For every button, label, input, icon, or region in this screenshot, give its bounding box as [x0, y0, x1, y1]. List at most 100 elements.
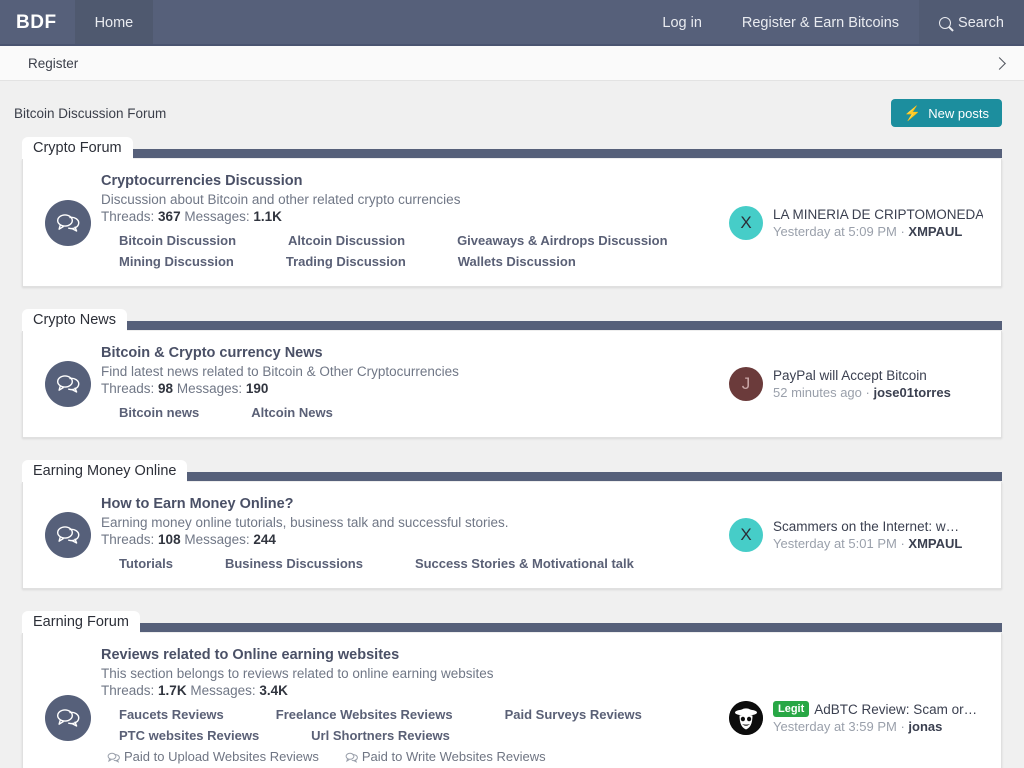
- forum-node-title[interactable]: Reviews related to Online earning websit…: [101, 647, 719, 663]
- sub-forum-link[interactable]: Bitcoin news: [119, 402, 199, 423]
- speech-bubbles-icon: [45, 199, 91, 246]
- forum-node-info: Reviews related to Online earning websit…: [101, 647, 729, 768]
- nav-item-login-label: Log in: [662, 15, 702, 31]
- messages-count: 1.1K: [253, 209, 282, 224]
- sub-forum-link[interactable]: Altcoin Discussion: [288, 230, 405, 251]
- sub-forum-link-label: Altcoin News: [251, 405, 333, 420]
- forum-node-stats: Threads: 1.7K Messages: 3.4K: [101, 683, 719, 698]
- sub-forum-link[interactable]: Faucets Reviews: [119, 704, 224, 725]
- messages-count: 244: [253, 532, 276, 547]
- speech-bubbles-icon: [45, 694, 91, 741]
- forum-category-bar: [132, 149, 1002, 158]
- page-header: Bitcoin Discussion Forum ⚡ New posts: [0, 81, 1024, 137]
- last-post-user[interactable]: jonas: [908, 719, 942, 734]
- lightning-bolt-icon: ⚡: [903, 105, 922, 121]
- forum-node-info: How to Earn Money Online? Earning money o…: [101, 496, 729, 574]
- sub-forum-link-label: Success Stories & Motivational talk: [414, 556, 634, 571]
- forum-category-title: Crypto News: [22, 309, 127, 331]
- speech-bubble-icon: [345, 751, 358, 763]
- last-post-user[interactable]: XMPAUL: [908, 224, 962, 239]
- forum-node-stats: Threads: 98 Messages: 190: [101, 381, 719, 396]
- forum-node-title[interactable]: Bitcoin & Crypto currency News: [101, 345, 719, 361]
- sub-forum-links: Faucets Reviews Freelance Websites Review…: [101, 704, 719, 768]
- sub-forum-link[interactable]: Altcoin News: [251, 402, 333, 423]
- avatar[interactable]: X: [729, 518, 763, 552]
- forum-category-bar: [187, 472, 1002, 481]
- last-post-text: PayPal will Accept Bitcoin 52 minutes ago…: [773, 368, 951, 400]
- threads-label: Threads:: [101, 532, 155, 547]
- nav-item-search[interactable]: Search: [919, 0, 1024, 46]
- forum-node-row: Cryptocurrencies Discussion Discussion ab…: [22, 159, 1002, 287]
- avatar[interactable]: X: [729, 205, 763, 240]
- last-post-title[interactable]: LA MINERIA DE CRIPTOMONEDA…: [773, 207, 983, 222]
- sub-forum-link[interactable]: Tutorials: [119, 553, 173, 574]
- sub-forum-link-label: Url Shortners Reviews: [311, 728, 450, 743]
- last-post-title[interactable]: Scammers on the Internet: w…: [773, 519, 962, 534]
- sub-forum-link[interactable]: Mining Discussion: [119, 251, 234, 272]
- avatar[interactable]: J: [729, 367, 763, 401]
- chevron-right-icon[interactable]: [993, 56, 1006, 70]
- new-posts-button[interactable]: ⚡ New posts: [890, 99, 1002, 127]
- avatar[interactable]: [729, 700, 763, 735]
- sub-forum-link-label: Wallets Discussion: [457, 254, 576, 269]
- sub-forum-link[interactable]: Success Stories & Motivational talk: [415, 553, 634, 574]
- last-post-user[interactable]: jose01torres: [874, 385, 951, 400]
- site-logo[interactable]: BDF: [0, 0, 75, 46]
- last-post-time: Yesterday at 3:59 PM: [773, 719, 897, 734]
- sub-forum-links: Tutorials Business Discussions Success Sto…: [101, 553, 719, 574]
- forum-node-description: Earning money online tutorials, business…: [101, 515, 509, 530]
- last-post-meta: Yesterday at 5:01 PM · XMPAUL: [773, 536, 962, 551]
- sub-forum-link[interactable]: Wallets Discussion: [458, 251, 576, 272]
- messages-label: Messages:: [176, 381, 243, 396]
- sub-forum-link-row: Mining Discussion Trading Discussion Walle…: [101, 251, 719, 272]
- nav-item-home[interactable]: Home: [74, 0, 154, 46]
- sub-forum-link[interactable]: Business Discussions: [225, 553, 363, 574]
- sub-forum-link[interactable]: Paid to Upload Websites Reviews: [107, 746, 319, 767]
- sub-forum-link-label: Trading Discussion: [285, 254, 406, 269]
- sub-forum-link-label: Tutorials: [119, 556, 173, 571]
- nav-item-register[interactable]: Register & Earn Bitcoins: [722, 0, 919, 46]
- messages-label: Messages:: [184, 532, 250, 547]
- forum-block-list: Crypto Forum Cryptocurrencies Discussion D…: [0, 137, 1024, 768]
- breadcrumb-item-register[interactable]: Register: [28, 56, 78, 71]
- sub-forum-link[interactable]: Giveaways & Airdrops Discussion: [457, 230, 667, 251]
- sub-forum-link-row: Bitcoin Discussion Altcoin Discussion Give…: [101, 230, 719, 251]
- status-badge: Legit: [773, 701, 810, 717]
- speech-bubbles-icon: [45, 512, 91, 558]
- sub-forum-link[interactable]: PTC websites Reviews: [119, 725, 259, 746]
- forum-node-info: Cryptocurrencies Discussion Discussion ab…: [101, 173, 729, 272]
- breadcrumb: Register: [0, 46, 1024, 81]
- sub-forum-link[interactable]: Bitcoin Discussion: [119, 230, 236, 251]
- sub-forum-link[interactable]: Paid Surveys Reviews: [505, 704, 642, 725]
- forum-block: Earning Forum Reviews related to Online e…: [22, 611, 1002, 768]
- last-post-title[interactable]: PayPal will Accept Bitcoin: [773, 368, 951, 383]
- sub-forum-link-label: Paid to Write Websites Reviews: [361, 749, 546, 764]
- threads-label: Threads:: [101, 683, 155, 698]
- last-post-title-label: Scammers on the Internet: w…: [773, 519, 960, 534]
- nav-item-register-label: Register & Earn Bitcoins: [741, 15, 900, 31]
- threads-count: 108: [158, 532, 181, 547]
- search-icon: [939, 17, 952, 29]
- last-post-title-label: PayPal will Accept Bitcoin: [773, 368, 927, 383]
- forum-block: Crypto Forum Cryptocurrencies Discussion D…: [22, 137, 1002, 287]
- last-post-title-label: LA MINERIA DE CRIPTOMONEDA…: [773, 206, 983, 222]
- last-post-meta: Yesterday at 5:09 PM · XMPAUL: [773, 224, 983, 239]
- sub-forum-link[interactable]: Paid to Write Websites Reviews: [345, 746, 546, 767]
- sub-forum-link-row: PTC websites Reviews Url Shortners Review…: [101, 725, 719, 746]
- sub-forum-link[interactable]: Freelance Websites Reviews: [276, 704, 453, 725]
- last-post-title[interactable]: Legit AdBTC Review: Scam or…: [773, 701, 977, 717]
- forum-node-title[interactable]: Cryptocurrencies Discussion: [101, 173, 719, 189]
- nav-item-login[interactable]: Log in: [642, 0, 722, 46]
- last-post-time: 52 minutes ago: [773, 385, 862, 400]
- forum-node-info: Bitcoin & Crypto currency News Find lates…: [101, 345, 729, 423]
- last-post-user[interactable]: XMPAUL: [908, 536, 962, 551]
- messages-count: 3.4K: [259, 683, 288, 698]
- threads-count: 1.7K: [158, 683, 187, 698]
- sub-forum-link[interactable]: Trading Discussion: [286, 251, 406, 272]
- last-post: X LA MINERIA DE CRIPTOMONEDA… Yesterday at…: [729, 205, 987, 240]
- meta-separator: ·: [900, 719, 905, 734]
- last-post: X Scammers on the Internet: w… Yesterday a…: [729, 518, 987, 552]
- forum-node-title[interactable]: How to Earn Money Online?: [101, 496, 719, 512]
- last-post-text: LA MINERIA DE CRIPTOMONEDA… Yesterday at …: [773, 207, 983, 239]
- sub-forum-link[interactable]: Url Shortners Reviews: [311, 725, 450, 746]
